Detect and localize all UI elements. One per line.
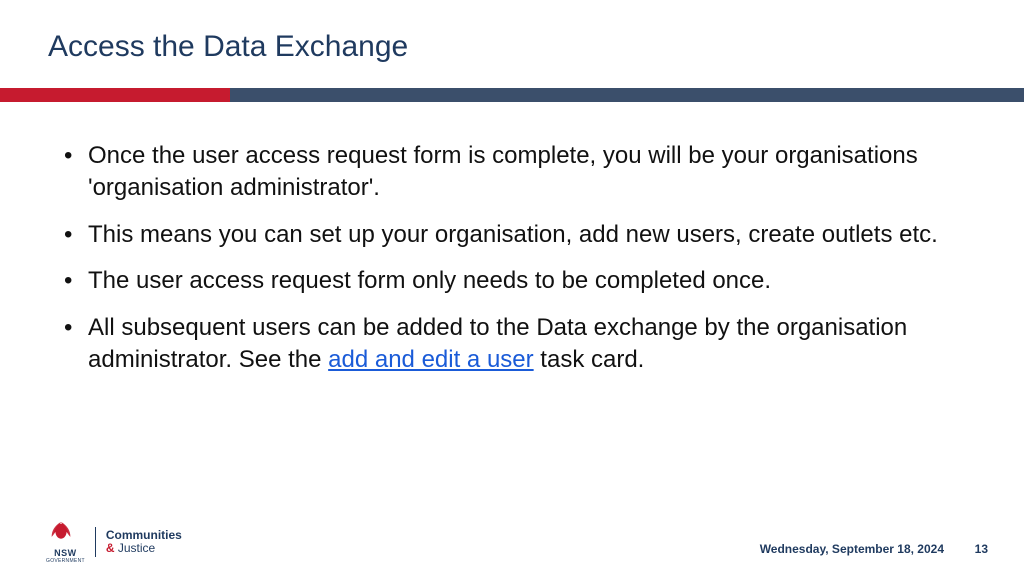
dept-line2-text: Justice <box>115 541 156 555</box>
list-item: Once the user access request form is com… <box>60 140 970 205</box>
footer: NSW GOVERNMENT Communities & Justice Wed… <box>0 522 1024 576</box>
footer-date: Wednesday, September 18, 2024 <box>760 542 944 556</box>
slide-title: Access the Data Exchange <box>48 30 408 64</box>
divider-stripe-red <box>0 88 230 102</box>
department-name: Communities & Justice <box>106 529 182 555</box>
ampersand: & <box>106 541 115 555</box>
bullet-text-post: task card. <box>534 346 645 373</box>
list-item: All subsequent users can be added to the… <box>60 312 970 377</box>
page-number: 13 <box>975 542 988 556</box>
logo-divider <box>95 527 96 557</box>
slide: Access the Data Exchange Once the user a… <box>0 0 1024 576</box>
government-text: GOVERNMENT <box>46 558 85 564</box>
add-edit-user-link[interactable]: add and edit a user <box>328 346 534 373</box>
dept-line2: & Justice <box>106 542 182 555</box>
nsw-logo-block: NSW GOVERNMENT Communities & Justice <box>46 520 182 564</box>
bullet-list: Once the user access request form is com… <box>60 140 970 376</box>
bullet-text: Once the user access request form is com… <box>88 142 918 201</box>
waratah-logo: NSW GOVERNMENT <box>46 520 85 564</box>
waratah-icon <box>46 520 76 550</box>
list-item: The user access request form only needs … <box>60 265 970 297</box>
bullet-text: This means you can set up your organisat… <box>88 221 938 248</box>
list-item: This means you can set up your organisat… <box>60 219 970 251</box>
bullet-text: The user access request form only needs … <box>88 267 771 294</box>
body-content: Once the user access request form is com… <box>60 140 970 390</box>
